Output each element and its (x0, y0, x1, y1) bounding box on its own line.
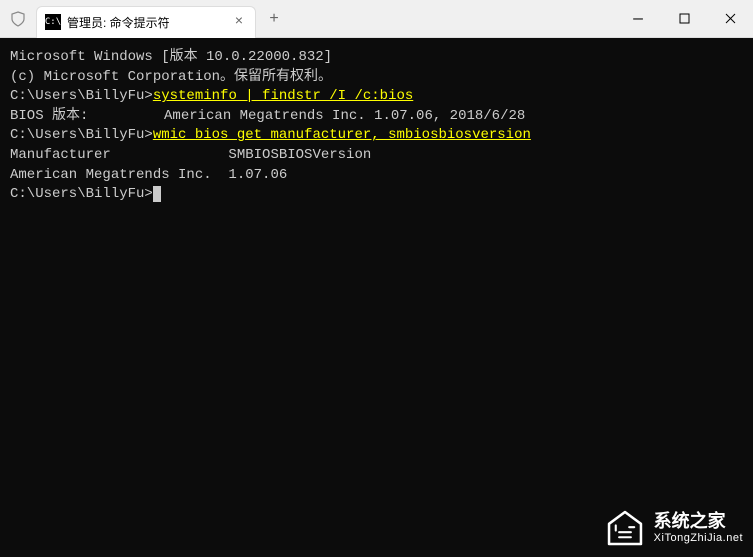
output-line: (c) Microsoft Corporation。保留所有权利。 (10, 68, 743, 88)
watermark-url: XiTongZhiJia.net (654, 532, 743, 544)
cursor (153, 186, 161, 202)
output-line: American Megatrends Inc. 1.07.06 (10, 166, 743, 186)
prompt-line: C:\Users\BillyFu>wmic bios get manufactu… (10, 126, 743, 146)
window-controls: — (615, 0, 753, 38)
watermark-logo-icon (604, 507, 646, 549)
new-tab-button[interactable]: + (260, 5, 288, 33)
command-text: systeminfo | findstr /I /c:bios (153, 88, 413, 104)
prompt-line: C:\Users\BillyFu> (10, 185, 743, 205)
output-line: Manufacturer SMBIOSBIOSVersion (10, 146, 743, 166)
output-line: Microsoft Windows [版本 10.0.22000.832] (10, 48, 743, 68)
prompt-prefix: C:\Users\BillyFu> (10, 88, 153, 104)
tab-command-prompt[interactable]: C:\ 管理员: 命令提示符 × (36, 6, 256, 38)
uac-shield-icon (0, 11, 36, 27)
terminal-output[interactable]: Microsoft Windows [版本 10.0.22000.832](c)… (0, 38, 753, 557)
watermark-text: 系统之家 XiTongZhiJia.net (654, 512, 743, 544)
prompt-prefix: C:\Users\BillyFu> (10, 127, 153, 143)
close-button[interactable] (707, 0, 753, 38)
output-line: BIOS 版本: American Megatrends Inc. 1.07.0… (10, 107, 743, 127)
prompt-prefix: C:\Users\BillyFu> (10, 186, 153, 202)
watermark-title: 系统之家 (654, 512, 743, 532)
cmd-icon: C:\ (45, 14, 61, 30)
command-text: wmic bios get manufacturer, smbiosbiosve… (153, 127, 531, 143)
tab-close-icon[interactable]: × (231, 14, 247, 30)
maximize-button[interactable] (661, 0, 707, 38)
minimize-button[interactable]: — (615, 0, 661, 38)
watermark: 系统之家 XiTongZhiJia.net (604, 507, 743, 549)
tab-title: 管理员: 命令提示符 (67, 14, 225, 31)
prompt-line: C:\Users\BillyFu>systeminfo | findstr /I… (10, 87, 743, 107)
terminal-window: C:\ 管理员: 命令提示符 × + — Microsoft Windows [… (0, 0, 753, 557)
titlebar: C:\ 管理员: 命令提示符 × + — (0, 0, 753, 38)
